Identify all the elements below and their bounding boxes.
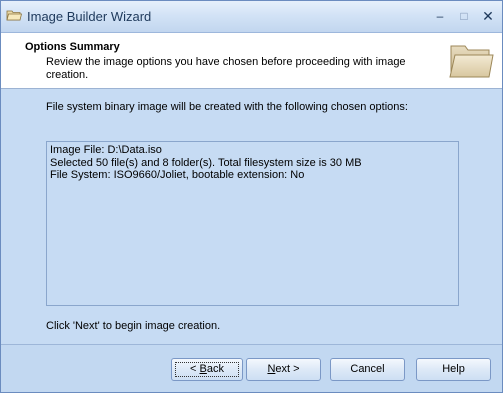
help-button-label: Help bbox=[442, 363, 465, 375]
summary-line-image-file: Image File: D:\Data.iso bbox=[50, 144, 162, 156]
wizard-content: File system binary image will be created… bbox=[1, 89, 502, 344]
cancel-button-label: Cancel bbox=[350, 363, 385, 375]
summary-line-file-system: File System: ISO9660/Joliet, bootable ex… bbox=[50, 169, 305, 181]
cancel-button[interactable]: Cancel bbox=[330, 358, 405, 381]
wizard-window: Image Builder Wizard – □ ✕ Options Summa… bbox=[0, 0, 503, 393]
window-title: Image Builder Wizard bbox=[27, 9, 152, 24]
next-button-label: Next > bbox=[267, 363, 300, 375]
title-bar[interactable]: Image Builder Wizard – □ ✕ bbox=[1, 1, 502, 33]
intro-text: File system binary image will be created… bbox=[46, 101, 408, 113]
page-description: Review the image options you have chosen… bbox=[46, 56, 406, 81]
next-button[interactable]: Next > bbox=[246, 358, 321, 381]
folder-icon bbox=[6, 8, 23, 22]
folder-icon bbox=[447, 38, 495, 82]
options-summary-box[interactable]: Image File: D:\Data.iso Selected 50 file… bbox=[46, 141, 459, 306]
back-button-label: < Back bbox=[190, 363, 224, 375]
minimize-button[interactable]: – bbox=[431, 7, 449, 25]
wizard-header: Options Summary Review the image options… bbox=[1, 33, 502, 89]
next-hint-text: Click 'Next' to begin image creation. bbox=[46, 320, 221, 332]
back-button[interactable]: < Back bbox=[171, 358, 243, 381]
close-button[interactable]: ✕ bbox=[479, 7, 497, 25]
help-button[interactable]: Help bbox=[416, 358, 491, 381]
maximize-button[interactable]: □ bbox=[455, 7, 473, 25]
page-title: Options Summary bbox=[25, 41, 120, 53]
summary-line-selection: Selected 50 file(s) and 8 folder(s). Tot… bbox=[50, 156, 362, 169]
wizard-footer: < Back Next > Cancel Help bbox=[1, 345, 502, 392]
